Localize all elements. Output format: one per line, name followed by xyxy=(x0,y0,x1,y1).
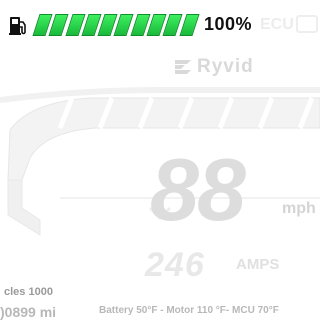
cycle-count: cles 1000 xyxy=(4,286,53,298)
charge-bar xyxy=(32,14,200,36)
speed-value: 88 xyxy=(150,140,246,239)
charge-segment xyxy=(179,14,200,36)
brand: Ryvid xyxy=(175,56,254,78)
charge-percent: 100% xyxy=(204,14,253,34)
brand-name: Ryvid xyxy=(197,56,254,77)
speed-unit: mph xyxy=(282,200,316,217)
ecu-label: ECU xyxy=(260,16,294,33)
ryvid-logo-icon xyxy=(175,60,191,74)
fuel-pump-icon xyxy=(9,17,26,35)
temperature-readout: Battery 50°F - Motor 110 °F- MCU 70°F xyxy=(99,305,279,316)
current-unit: AMPS xyxy=(236,256,280,273)
battery-icon xyxy=(296,15,318,33)
odometer: )0899 mi xyxy=(0,304,57,320)
current-value: 246 xyxy=(145,246,205,284)
